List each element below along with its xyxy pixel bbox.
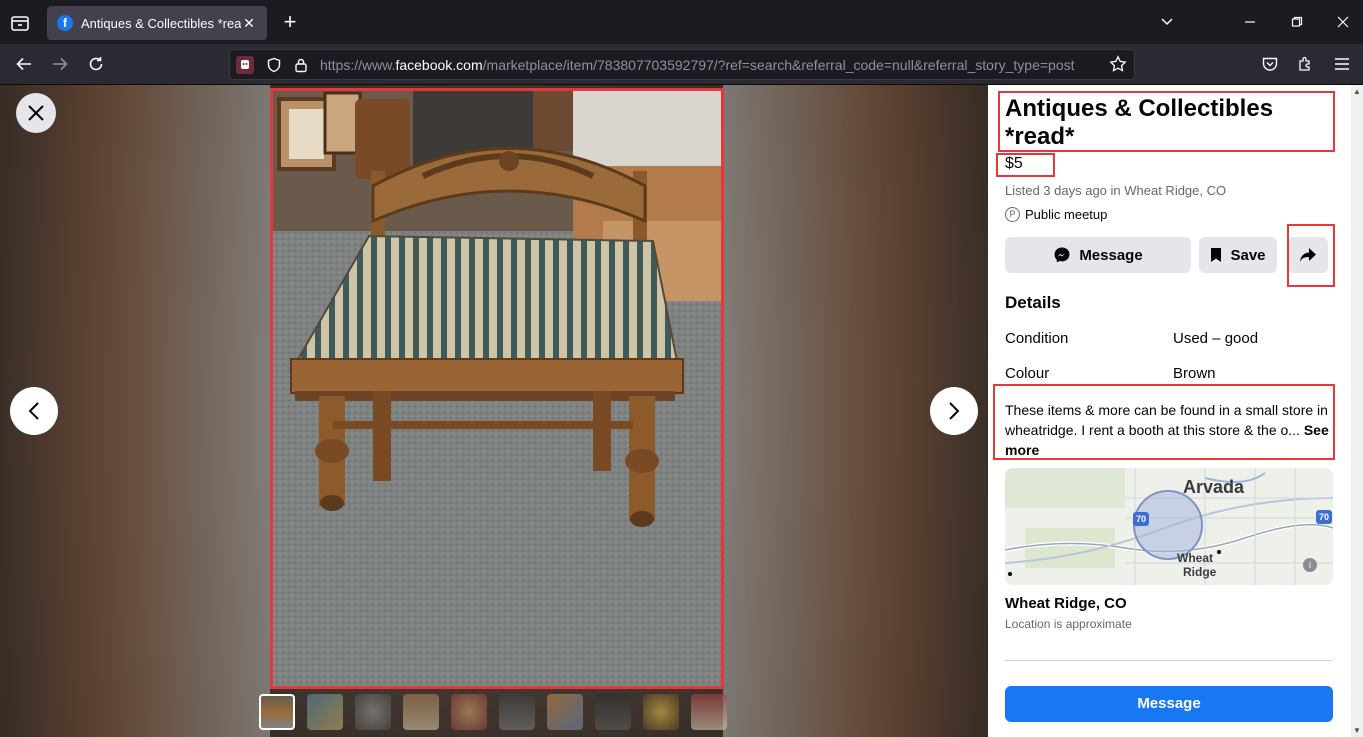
highway-shield-label: 70 [1136, 514, 1147, 524]
pocket-icon[interactable] [1258, 52, 1282, 76]
photo-viewer [0, 85, 988, 737]
panel-scrollbar[interactable]: ▲ ▼ [1351, 85, 1363, 737]
thumbnail[interactable] [691, 694, 727, 730]
extensions-icon[interactable] [1294, 52, 1318, 76]
detail-value: Brown [1173, 365, 1216, 382]
url-text[interactable]: https://www.facebook.com/marketplace/ite… [320, 57, 1075, 73]
svg-text:i: i [1309, 560, 1311, 570]
highlight-title-box [998, 91, 1335, 152]
location-name: Wheat Ridge, CO [1005, 595, 1127, 612]
listing-details-panel: ▲ ▼ Antiques & Collectibles *read* $5 Li… [988, 85, 1363, 737]
divider [1005, 660, 1333, 661]
navigation-toolbar: https://www.facebook.com/marketplace/ite… [0, 44, 1363, 85]
url-prefix: https://www. [320, 57, 396, 73]
public-meetup-icon: P [1005, 207, 1020, 222]
scroll-up-icon[interactable]: ▲ [1353, 87, 1361, 96]
thumbnail[interactable] [403, 694, 439, 730]
location-map[interactable]: i Arvada Wheat Ridge 70 70 [1005, 468, 1333, 585]
map-illustration: i [1005, 468, 1333, 585]
scroll-down-icon[interactable]: ▼ [1353, 726, 1361, 735]
new-tab-icon[interactable]: + [278, 10, 302, 34]
location-note: Location is approximate [1005, 617, 1132, 631]
map-label-town-line1: Wheat [1177, 551, 1213, 565]
url-host: facebook.com [395, 57, 483, 73]
map-label-town-line2: Ridge [1183, 565, 1217, 579]
thumbnail[interactable] [547, 694, 583, 730]
url-path: /marketplace/item/783807703592797/?ref=s… [482, 57, 1075, 73]
address-bar[interactable]: https://www.facebook.com/marketplace/ite… [229, 49, 1135, 80]
thumbnail[interactable] [643, 694, 679, 730]
tab-strip: f Antiques & Collectibles *read* - ✕ + [0, 0, 1363, 44]
tab-title: Antiques & Collectibles *read* - [81, 15, 241, 31]
bookmark-star-icon[interactable] [1108, 55, 1128, 75]
message-seller-button[interactable]: Message [1005, 237, 1191, 273]
shield-icon[interactable] [265, 56, 283, 74]
lock-icon[interactable] [292, 56, 310, 74]
thumbnail[interactable] [499, 694, 535, 730]
meetup-label: Public meetup [1025, 207, 1108, 222]
thumbnail-strip [259, 694, 727, 730]
forward-arrow-icon[interactable] [48, 52, 72, 76]
back-arrow-icon[interactable] [12, 52, 36, 76]
meetup-info: P Public meetup [1005, 207, 1107, 222]
message-primary-button[interactable]: Message [1005, 686, 1333, 722]
message-button-label: Message [1079, 246, 1143, 264]
thumbnail[interactable] [307, 694, 343, 730]
listed-info: Listed 3 days ago in Wheat Ridge, CO [1005, 183, 1227, 198]
highway-shield-label: 70 [1319, 512, 1330, 522]
minimize-icon[interactable] [1238, 10, 1262, 34]
facebook-favicon-icon: f [57, 15, 73, 31]
close-viewer-button[interactable] [16, 93, 56, 133]
messenger-icon [1054, 247, 1070, 263]
detail-label: Condition [1005, 330, 1069, 347]
details-heading: Details [1005, 293, 1061, 312]
list-all-tabs-chevron-icon[interactable] [1155, 10, 1179, 34]
close-window-icon[interactable] [1331, 10, 1355, 34]
save-button-label: Save [1230, 246, 1266, 264]
thumbnail[interactable] [355, 694, 391, 730]
browser-tab[interactable]: f Antiques & Collectibles *read* - ✕ [47, 6, 267, 40]
detail-label: Colour [1005, 365, 1050, 382]
map-label-city: Arvada [1183, 477, 1245, 497]
highlight-price-box [996, 153, 1055, 177]
previous-photo-button[interactable] [10, 387, 58, 435]
vanity-bench-photo-illustration [273, 91, 721, 686]
tab-list-icon[interactable] [8, 10, 32, 34]
menu-hamburger-icon[interactable] [1330, 52, 1354, 76]
detail-value: Used – good [1173, 330, 1259, 347]
save-button[interactable]: Save [1199, 237, 1277, 273]
reload-icon[interactable] [84, 52, 108, 76]
thumbnail[interactable] [595, 694, 631, 730]
highlight-share-box [1287, 224, 1335, 287]
bookmark-icon [1211, 248, 1222, 262]
restore-icon[interactable] [1285, 10, 1309, 34]
thumbnail[interactable] [451, 694, 487, 730]
tab-close-icon[interactable]: ✕ [241, 15, 257, 31]
listing-photo [270, 88, 724, 689]
highlight-description-box [993, 384, 1335, 460]
thumbnail[interactable] [259, 694, 295, 730]
next-photo-button[interactable] [930, 387, 978, 435]
privacy-mask-icon[interactable] [236, 56, 254, 74]
